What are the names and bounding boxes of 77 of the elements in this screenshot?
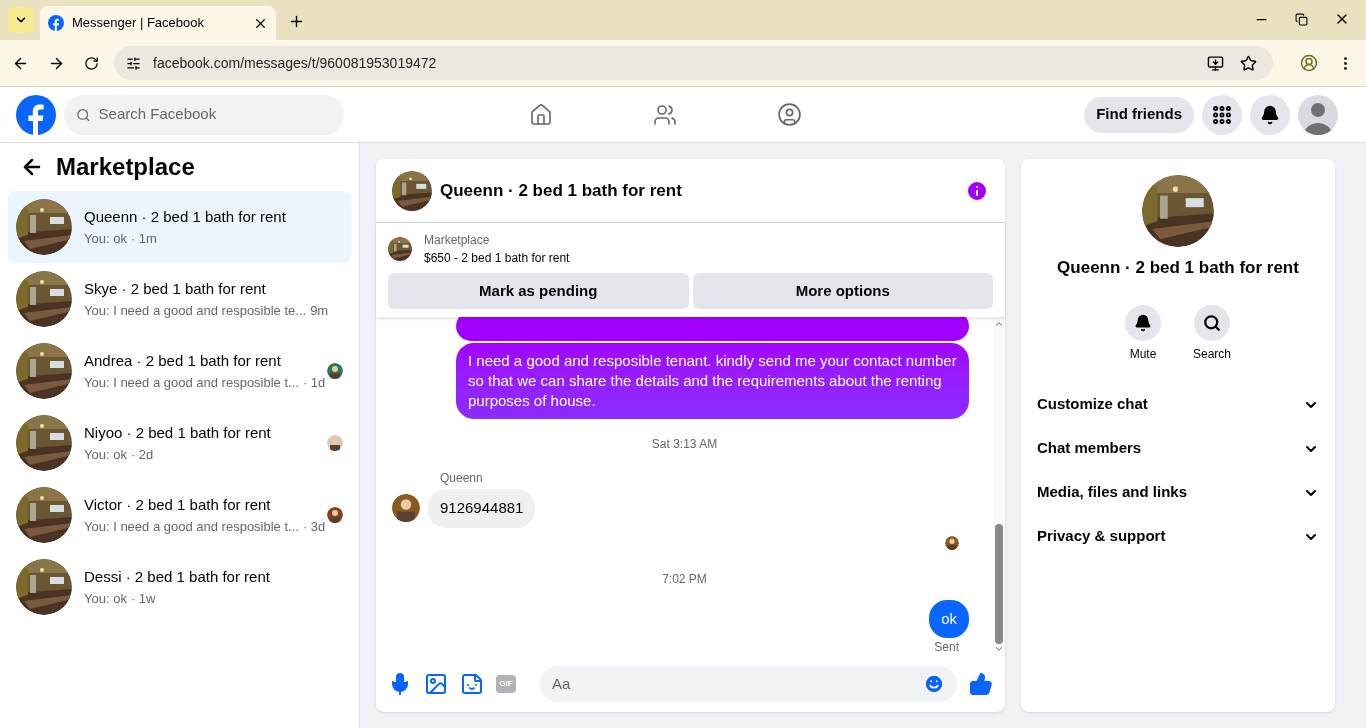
action-button[interactable] [1125,304,1161,341]
account-button[interactable] [1298,94,1338,135]
listing-title[interactable]: $650 - 2 bed 1 bath for rent [424,249,570,267]
sidebar-title: Marketplace [56,152,195,182]
section-header[interactable]: Customize chat [1037,382,1319,427]
new-tab-icon[interactable] [288,13,305,30]
emoji-icon[interactable] [923,673,945,695]
message-bubble: I need a good and resposible tenant. kindly send me your contact number so that we can share the details and the requirements about the renting purposes of house. [456,343,969,419]
section-header[interactable]: Chat members [1037,426,1319,471]
home-icon[interactable] [529,102,553,127]
conversation-title: Victor · 2 bed 1 bath for rent [84,495,272,515]
conversation-item[interactable]: Queenn · 2 bed 1 bath for rent You: ok · 1m [8,191,351,263]
action-button[interactable]: More options [692,273,993,309]
profile-icon[interactable] [1300,54,1318,72]
message-preview: You: I need a good and resposible te... [84,301,307,320]
message-preview: You: I need a good and resposible t... [84,517,299,536]
message-time: · 1w [130,589,156,608]
message-status: Sent [934,639,959,656]
message-bubble: ok [929,599,969,638]
conversation-title: Niyoo · 2 bed 1 bath for rent [84,423,272,443]
action-button[interactable]: Mark as pending [388,273,689,309]
conversation-title: Dessi · 2 bed 1 bath for rent [84,567,271,587]
message-input[interactable]: Aa [552,672,923,696]
section-header[interactable]: Media, files and links [1037,470,1319,515]
conversation-title: Andrea · 2 bed 1 bath for rent [84,351,282,371]
conversation-title: Queenn · 2 bed 1 bath for rent [84,207,287,227]
action-label: Mute [1129,345,1157,363]
listing-source: Marketplace [424,232,491,249]
reload-icon[interactable] [84,55,99,71]
search-field[interactable]: Search Facebook [64,94,344,135]
facebook-logo-icon [48,15,64,31]
sticker-icon[interactable] [460,672,484,696]
contact-name: Queenn · 2 bed 1 bath for rent [1057,257,1299,279]
install-icon[interactable] [1207,54,1224,72]
photo-icon[interactable] [424,672,448,696]
action-label: Search [1193,345,1231,363]
message-preview: You: ok [84,229,127,248]
menu-button[interactable] [1202,94,1242,135]
groups-icon[interactable] [777,102,802,127]
url-text: facebook.com/messages/t/960081953019472 [153,53,438,73]
message-preview: You: I need a good and resposible t... [84,373,299,392]
facebook-logo-icon[interactable] [16,94,56,135]
scrollbar[interactable] [993,317,1005,656]
message-time: · 3d [302,517,326,536]
message-time: · 2d [130,445,154,464]
chat-title: Queenn · 2 bed 1 bath for rent [440,179,683,202]
action-button[interactable] [1194,304,1230,341]
message-bubble: 9126944881 [428,489,536,528]
search-icon [76,106,91,123]
search-input[interactable]: Search Facebook [98,103,332,126]
bell-icon [1134,313,1152,332]
tab-title: Messenger | Facebook [72,14,205,33]
conversation-title: Skye · 2 bed 1 bath for rent [84,279,267,299]
friends-icon[interactable] [653,102,677,127]
tab-search-button[interactable] [8,7,34,33]
timestamp: 7:02 PM [662,570,707,588]
find-friends-button[interactable]: Find friends [1084,96,1194,133]
message-time: · 1m [130,229,157,248]
scrollbar-thumb[interactable] [995,524,1003,644]
timestamp: Sat 3:13 AM [651,436,718,453]
like-icon[interactable] [969,672,993,696]
search-icon [1203,313,1221,332]
notifications-button[interactable] [1250,94,1290,135]
address-bar[interactable]: facebook.com/messages/t/960081953019472 [114,46,1273,80]
message-time: 9m [310,301,329,320]
message-field[interactable]: Aa [540,666,957,702]
browser-tab[interactable]: Messenger | Facebook [40,6,276,40]
message-preview: You: ok [84,589,127,608]
section-header[interactable]: Privacy & support [1037,514,1319,559]
site-settings-icon[interactable] [126,55,141,71]
restore-icon[interactable] [1295,12,1308,26]
star-icon[interactable] [1240,54,1257,72]
sender-name: Queenn [440,470,484,487]
grid-icon [1211,103,1233,126]
message-time: · 1d [302,373,326,392]
bell-icon [1260,104,1280,125]
message-preview: You: ok [84,445,127,464]
